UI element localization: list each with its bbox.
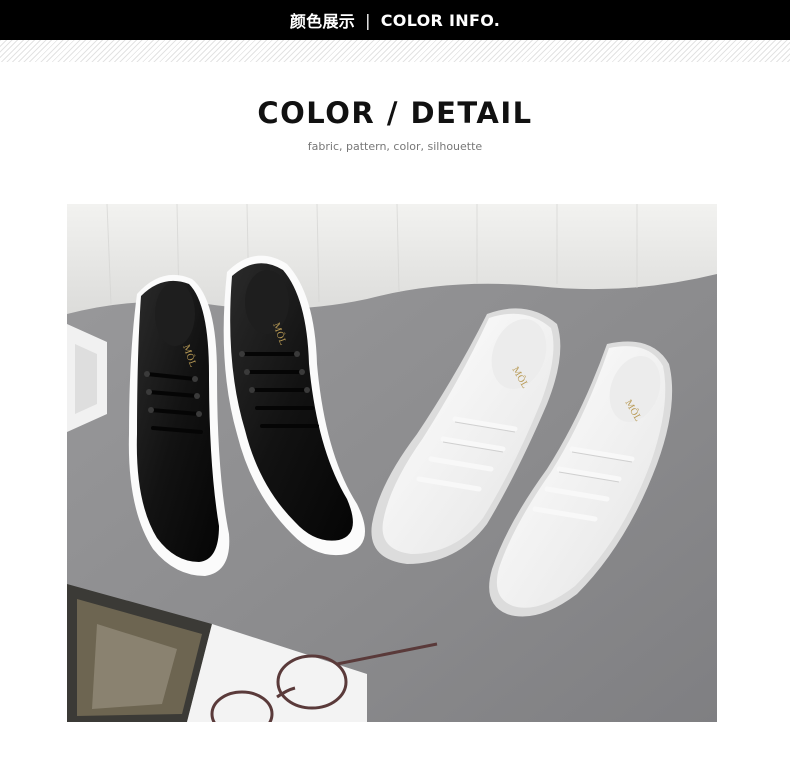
banner-title-cn: 颜色展示 (289, 12, 356, 31)
shoes-photo-illustration: MÔL MÔL MÔL MÔL (67, 204, 717, 722)
top-banner: 颜色展示 | COLOR INFO. (0, 0, 790, 40)
banner-title-en: COLOR INFO. (380, 10, 501, 30)
banner-separator: | (365, 10, 371, 30)
hatched-divider (0, 40, 790, 62)
section-subtitle: fabric, pattern, color, silhouette (307, 140, 483, 153)
product-photo: MÔL MÔL MÔL MÔL (67, 204, 717, 722)
section-title: COLOR / DETAIL (257, 96, 533, 130)
